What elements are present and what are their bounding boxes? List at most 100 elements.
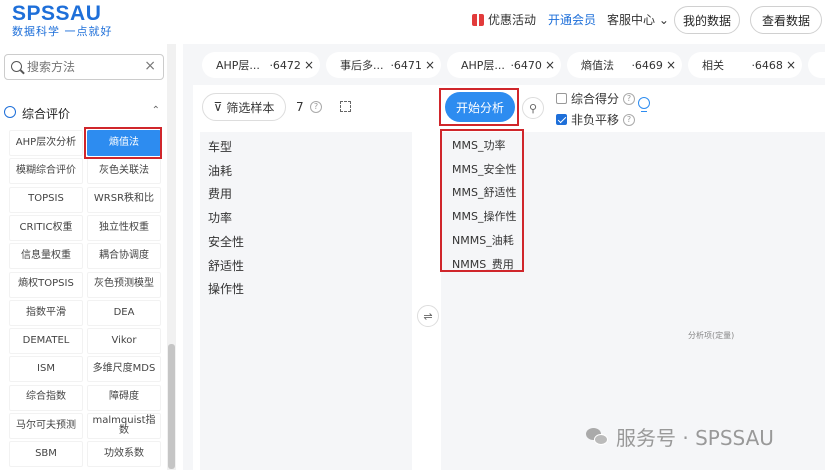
top-header: SPSSAU 数据科学 一点就好 优惠活动 开通会员 客服中心 ⌄ 我的数据 查…: [0, 0, 825, 44]
composite-score-label: 综合得分: [571, 92, 620, 106]
tab[interactable]: 事后多... ·6471 ×: [326, 52, 441, 78]
tab-name: AHP层...: [216, 59, 260, 72]
method-item[interactable]: Vikor: [87, 328, 161, 355]
method-item[interactable]: CRITIC权重: [9, 214, 83, 241]
close-icon[interactable]: ×: [144, 58, 156, 74]
variable-list: 车型油耗费用功率安全性舒适性操作性: [200, 132, 412, 470]
variable-item[interactable]: 功率: [208, 209, 232, 226]
analysis-zone-label: 分析项(定量): [688, 331, 735, 340]
filter-icon: ⊽: [213, 100, 223, 114]
section-title: 综合评价: [22, 107, 71, 121]
lightbulb-icon[interactable]: [638, 97, 650, 113]
tab[interactable]: AHP层... ·6472 ×: [202, 52, 320, 78]
close-icon[interactable]: ×: [545, 58, 555, 72]
tab-name: 熵值法: [581, 59, 614, 72]
help-icon[interactable]: ?: [623, 113, 636, 126]
watermark: 服务号 · SPSSAU: [586, 422, 774, 451]
broom-icon[interactable]: ⚲: [522, 97, 544, 119]
variable-item[interactable]: 车型: [208, 138, 232, 155]
tab-overflow[interactable]: [808, 52, 825, 78]
method-item[interactable]: 指数平滑: [9, 299, 83, 326]
filter-label: 筛选样本: [226, 100, 275, 115]
close-icon[interactable]: ×: [304, 58, 314, 72]
logo[interactable]: SPSSAU 数据科学 一点就好: [12, 3, 113, 37]
tab[interactable]: AHP层... ·6470 ×: [447, 52, 561, 78]
scrollbar-thumb[interactable]: [168, 344, 175, 469]
circle-icon: [4, 106, 16, 118]
tab-bar: AHP层... ·6472 × 事后多... ·6471 × AHP层... ·6470 × 熵值…: [183, 44, 825, 84]
nonneg-shift-checkbox[interactable]: [556, 114, 567, 125]
variable-item[interactable]: 操作性: [208, 280, 244, 297]
view-data-button[interactable]: 查看数据: [750, 6, 822, 34]
section-header[interactable]: 综合评价 ⌃: [4, 104, 164, 122]
tab-id: ·6469: [631, 58, 663, 72]
method-item[interactable]: TOPSIS: [9, 186, 83, 213]
highlight-box-items: [440, 129, 524, 272]
method-item[interactable]: ISM: [9, 356, 83, 383]
highlight-box-method: [84, 127, 162, 159]
logo-text: SPSSAU: [12, 2, 102, 25]
promo-link[interactable]: 优惠活动: [472, 11, 536, 28]
filter-sample-button[interactable]: ⊽ 筛选样本: [202, 93, 286, 121]
method-item[interactable]: malmquist指数: [87, 413, 161, 439]
method-item[interactable]: 障碍度: [87, 384, 161, 411]
composite-score-option[interactable]: 综合得分 ?: [556, 90, 636, 107]
nonneg-shift-option[interactable]: 非负平移 ?: [556, 111, 636, 128]
search-input[interactable]: [27, 58, 142, 76]
service-label: 客服中心: [607, 13, 656, 27]
gift-icon: [472, 13, 484, 26]
method-sidebar: × 综合评价 ⌃ AHP层次分析熵值法模糊综合评价灰色关联法TOPSISWRSR…: [0, 44, 176, 470]
chevron-up-icon: ⌃: [151, 105, 160, 116]
composite-score-checkbox[interactable]: [556, 93, 567, 104]
sidebar-scrollbar[interactable]: [167, 44, 176, 470]
variable-item[interactable]: 舒适性: [208, 257, 244, 274]
method-item[interactable]: 模糊综合评价: [9, 158, 83, 185]
tab-name: 相关: [702, 59, 724, 72]
variable-item[interactable]: 油耗: [208, 162, 232, 179]
nonneg-shift-label: 非负平移: [571, 113, 620, 127]
service-center-menu[interactable]: 客服中心 ⌄: [607, 11, 669, 28]
wechat-icon: [586, 427, 610, 447]
tab-id: ·6471: [390, 58, 422, 72]
close-icon[interactable]: ×: [425, 58, 435, 72]
swap-icon[interactable]: ⇌: [417, 305, 439, 327]
tab[interactable]: 相关 ·6468 ×: [688, 52, 802, 78]
tab-id: ·6468: [751, 58, 783, 72]
close-icon[interactable]: ×: [786, 58, 796, 72]
method-item[interactable]: 综合指数: [9, 384, 83, 411]
tab-id: ·6470: [510, 58, 542, 72]
method-item[interactable]: 独立性权重: [87, 214, 161, 241]
method-item[interactable]: WRSR秩和比: [87, 186, 161, 213]
help-icon[interactable]: ?: [310, 101, 322, 113]
tab-name: 事后多...: [340, 59, 384, 72]
method-item[interactable]: 功效系数: [87, 441, 161, 468]
method-item[interactable]: 灰色预测模型: [87, 271, 161, 298]
method-item[interactable]: DEMATEL: [9, 328, 83, 355]
close-icon[interactable]: ×: [666, 58, 676, 72]
member-link[interactable]: 开通会员: [548, 11, 596, 28]
logo-slogan: 数据科学 一点就好: [12, 25, 113, 38]
method-item[interactable]: SBM: [9, 441, 83, 468]
variable-item[interactable]: 费用: [208, 185, 232, 202]
method-item[interactable]: 信息量权重: [9, 243, 83, 270]
highlight-box-start: [439, 88, 519, 126]
method-item[interactable]: AHP层次分析: [9, 130, 83, 156]
method-item[interactable]: DEA: [87, 299, 161, 326]
method-item[interactable]: 多维尺度MDS: [87, 356, 161, 383]
expand-icon[interactable]: [340, 101, 351, 112]
help-icon[interactable]: ?: [623, 92, 636, 105]
method-item[interactable]: 熵权TOPSIS: [9, 271, 83, 298]
search-icon: [11, 61, 22, 72]
my-data-button[interactable]: 我的数据: [674, 6, 740, 34]
method-search: ×: [4, 54, 164, 80]
tab-id: ·6472: [269, 58, 301, 72]
watermark-text: 服务号 · SPSSAU: [616, 426, 774, 450]
chevron-down-icon: ⌄: [658, 13, 669, 27]
tab-name: AHP层...: [461, 59, 505, 72]
method-item[interactable]: 耦合协调度: [87, 243, 161, 270]
variable-item[interactable]: 安全性: [208, 233, 244, 250]
promo-label: 优惠活动: [488, 13, 537, 27]
tab[interactable]: 熵值法 ·6469 ×: [567, 52, 682, 78]
method-item[interactable]: 灰色关联法: [87, 158, 161, 185]
method-item[interactable]: 马尔可夫预测: [9, 413, 83, 439]
